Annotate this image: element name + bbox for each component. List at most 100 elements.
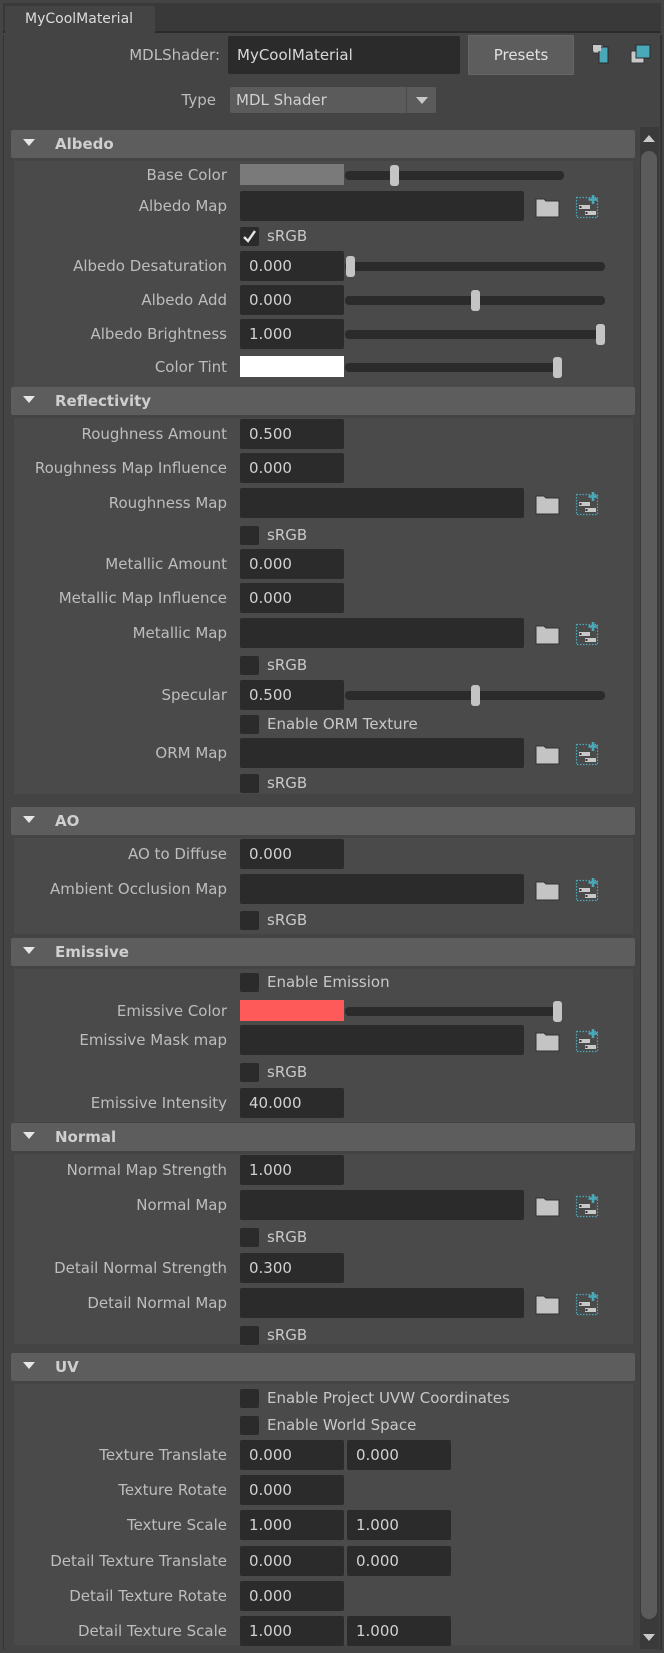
- metallic-map-path-field[interactable]: [240, 618, 524, 648]
- emissive-srgb-checkbox[interactable]: [240, 1063, 259, 1082]
- slider-knob[interactable]: [596, 324, 605, 345]
- specular-slider[interactable]: [345, 685, 605, 706]
- create-render-node-icon[interactable]: [575, 1291, 600, 1316]
- detail-normal-srgb-checkbox[interactable]: [240, 1326, 259, 1345]
- row-roughness-srgb: sRGB: [14, 522, 633, 549]
- texture-rotate-field[interactable]: 0.000: [240, 1475, 344, 1505]
- enable-emission-label: Enable Emission: [267, 973, 390, 991]
- albedo-add-label: Albedo Add: [141, 291, 227, 309]
- roughness-map-path-field[interactable]: [240, 488, 524, 518]
- scroll-down-arrow-icon[interactable]: [640, 1631, 659, 1645]
- row-emissive-color: Emissive Color: [14, 997, 633, 1027]
- folder-icon[interactable]: [535, 1295, 560, 1315]
- specular-field[interactable]: 0.500: [240, 680, 344, 710]
- texture-scale-v-field[interactable]: 1.000: [347, 1510, 451, 1540]
- texture-translate-v-field[interactable]: 0.000: [347, 1440, 451, 1470]
- base-color-slider[interactable]: [345, 165, 564, 186]
- section-body-reflectivity: Roughness Amount 0.500 Roughness Map Inf…: [14, 418, 633, 794]
- section-header-normal[interactable]: Normal: [11, 1123, 635, 1151]
- detail-texture-scale-v-field[interactable]: 1.000: [347, 1616, 451, 1646]
- slider-knob[interactable]: [553, 1001, 562, 1022]
- enable-project-uvw-checkbox[interactable]: [240, 1389, 259, 1408]
- orm-srgb-checkbox[interactable]: [240, 774, 259, 793]
- section-header-emissive[interactable]: Emissive: [11, 938, 635, 966]
- metallic-map-influence-field[interactable]: 0.000: [240, 583, 344, 613]
- folder-icon[interactable]: [535, 198, 560, 218]
- tab-material[interactable]: MyCoolMaterial: [5, 6, 155, 33]
- detail-texture-scale-u-field[interactable]: 1.000: [240, 1616, 344, 1646]
- orm-map-path-field[interactable]: [240, 738, 524, 768]
- color-tint-slider[interactable]: [345, 357, 562, 378]
- ao-map-path-field[interactable]: [240, 874, 524, 904]
- normal-map-path-field[interactable]: [240, 1190, 524, 1220]
- emissive-color-slider[interactable]: [345, 1001, 562, 1022]
- roughness-map-influence-field[interactable]: 0.000: [240, 453, 344, 483]
- vertical-scrollbar[interactable]: [640, 127, 659, 1649]
- shader-name-field[interactable]: MyCoolMaterial: [228, 36, 460, 74]
- detail-texture-translate-v-field[interactable]: 0.000: [347, 1546, 451, 1576]
- ao-srgb-checkbox[interactable]: [240, 911, 259, 930]
- slider-knob[interactable]: [346, 256, 355, 277]
- scroll-up-arrow-icon[interactable]: [640, 131, 659, 145]
- slider-knob[interactable]: [471, 685, 480, 706]
- create-render-node-icon[interactable]: [575, 1028, 600, 1053]
- create-render-node-icon[interactable]: [575, 877, 600, 902]
- create-render-node-icon[interactable]: [575, 741, 600, 766]
- metallic-srgb-checkbox[interactable]: [240, 656, 259, 675]
- presets-button[interactable]: Presets: [468, 35, 574, 75]
- folder-icon[interactable]: [535, 1032, 560, 1052]
- slider-knob[interactable]: [471, 290, 480, 311]
- section-header-reflectivity[interactable]: Reflectivity: [11, 387, 635, 415]
- detail-texture-translate-u-field[interactable]: 0.000: [240, 1546, 344, 1576]
- create-render-node-icon[interactable]: [575, 1193, 600, 1218]
- chevron-down-icon[interactable]: [406, 87, 436, 113]
- base-color-swatch[interactable]: [240, 164, 344, 185]
- row-ao-srgb: sRGB: [14, 907, 633, 934]
- color-tint-swatch[interactable]: [240, 356, 344, 377]
- albedo-desaturation-field[interactable]: 0.000: [240, 251, 344, 281]
- copy-tab-icon[interactable]: [630, 44, 652, 66]
- row-roughness-map: Roughness Map: [14, 488, 633, 518]
- texture-translate-u-field[interactable]: 0.000: [240, 1440, 344, 1470]
- normal-srgb-checkbox[interactable]: [240, 1228, 259, 1247]
- albedo-add-field[interactable]: 0.000: [240, 285, 344, 315]
- slider-knob[interactable]: [389, 165, 399, 186]
- section-header-albedo[interactable]: Albedo: [11, 130, 635, 158]
- detail-texture-rotate-field[interactable]: 0.000: [240, 1581, 344, 1611]
- emissive-intensity-field[interactable]: 40.000: [240, 1088, 344, 1118]
- detail-normal-map-path-field[interactable]: [240, 1288, 524, 1318]
- section-header-uv[interactable]: UV: [11, 1353, 635, 1381]
- folder-icon[interactable]: [535, 745, 560, 765]
- emissive-color-swatch[interactable]: [240, 1000, 344, 1021]
- roughness-srgb-checkbox[interactable]: [240, 526, 259, 545]
- create-render-node-icon[interactable]: [575, 491, 600, 516]
- section-header-ao[interactable]: AO: [11, 807, 635, 835]
- emissive-mask-map-path-field[interactable]: [240, 1025, 524, 1055]
- normal-map-strength-field[interactable]: 1.000: [240, 1155, 344, 1185]
- roughness-amount-field[interactable]: 0.500: [240, 419, 344, 449]
- show-input-output-icon[interactable]: [592, 44, 614, 66]
- texture-scale-u-field[interactable]: 1.000: [240, 1510, 344, 1540]
- ao-to-diffuse-field[interactable]: 0.000: [240, 839, 344, 869]
- albedo-brightness-slider[interactable]: [345, 324, 605, 345]
- enable-orm-checkbox[interactable]: [240, 715, 259, 734]
- folder-icon[interactable]: [535, 881, 560, 901]
- slider-knob[interactable]: [553, 357, 562, 378]
- type-dropdown[interactable]: MDL Shader: [230, 87, 436, 113]
- albedo-srgb-checkbox[interactable]: [240, 227, 259, 246]
- albedo-brightness-field[interactable]: 1.000: [240, 319, 344, 349]
- folder-icon[interactable]: [535, 495, 560, 515]
- enable-world-space-checkbox[interactable]: [240, 1416, 259, 1435]
- folder-icon[interactable]: [535, 625, 560, 645]
- metallic-amount-field[interactable]: 0.000: [240, 549, 344, 579]
- section-title: AO: [55, 812, 80, 830]
- albedo-map-path-field[interactable]: [240, 191, 524, 221]
- folder-icon[interactable]: [535, 1197, 560, 1217]
- albedo-add-slider[interactable]: [345, 290, 605, 311]
- albedo-desaturation-slider[interactable]: [345, 256, 605, 277]
- create-render-node-icon[interactable]: [575, 194, 600, 219]
- create-render-node-icon[interactable]: [575, 621, 600, 646]
- scrollbar-thumb[interactable]: [641, 151, 657, 1619]
- detail-normal-strength-field[interactable]: 0.300: [240, 1253, 344, 1283]
- enable-emission-checkbox[interactable]: [240, 973, 259, 992]
